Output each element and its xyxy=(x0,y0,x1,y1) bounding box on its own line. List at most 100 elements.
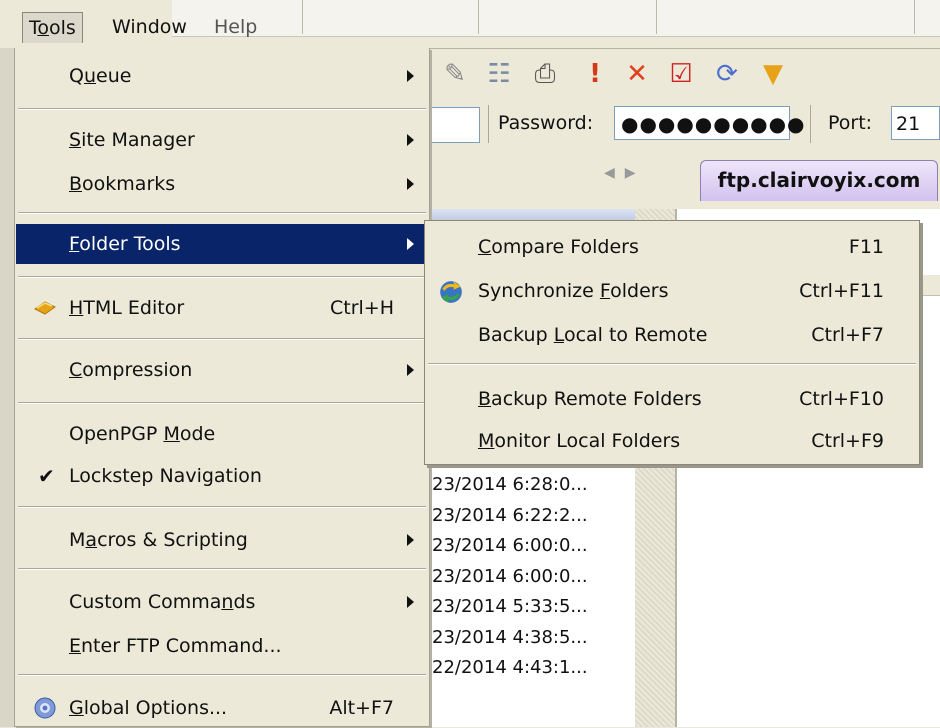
menu-item-label: Global Options... xyxy=(69,697,228,719)
tools-menu-item-compression[interactable]: Compression xyxy=(16,350,428,390)
submenu-arrow-icon xyxy=(407,134,414,146)
toolbar-separator xyxy=(302,0,303,34)
toolbar-separator xyxy=(656,0,657,34)
html-editor-icon xyxy=(33,296,57,320)
menu-separator xyxy=(18,568,426,570)
menu-item-label: Compare Folders xyxy=(478,236,639,258)
menu-window-label: Window xyxy=(112,16,187,38)
list-item[interactable]: 22/2014 4:43:1... xyxy=(432,653,588,684)
menu-item-label: Queue xyxy=(69,65,132,87)
submenu-arrow-icon xyxy=(407,178,414,190)
menu-item-label: Backup Local to Remote xyxy=(478,324,708,346)
tools-menu-item-site-manager[interactable]: Site Manager xyxy=(16,120,428,160)
list-item[interactable]: 23/2014 6:00:0... xyxy=(432,531,588,562)
submenu-arrow-icon xyxy=(407,534,414,546)
menu-item-label: Monitor Local Folders xyxy=(478,430,681,452)
tools-menu-item-global-options[interactable]: Global Options... Alt+F7 xyxy=(16,688,428,728)
connection-separator xyxy=(488,105,489,143)
tab-scroll-arrows[interactable]: ◀▶ xyxy=(604,165,646,181)
menu-bar: Tools Window Help xyxy=(0,0,940,49)
priority-icon[interactable]: ! xyxy=(580,59,610,89)
menu-separator xyxy=(18,108,426,110)
menu-item-shortcut: Alt+F7 xyxy=(329,697,394,719)
folder-tools-item-backup-local-to-remote[interactable]: Backup Local to Remote Ctrl+F7 xyxy=(426,315,918,355)
list-item[interactable]: 23/2014 4:38:5... xyxy=(432,623,588,654)
menu-help[interactable]: Help xyxy=(208,12,263,42)
tools-menu-item-enter-ftp-command[interactable]: Enter FTP Command... xyxy=(16,626,428,666)
tools-menu-item-macros-scripting[interactable]: Macros & Scripting xyxy=(16,520,428,560)
edit-file-icon[interactable]: ✎ xyxy=(440,59,470,89)
tools-menu-item-custom-commands[interactable]: Custom Commands xyxy=(16,582,428,622)
menu-help-label: Help xyxy=(214,16,258,38)
tools-menu-item-bookmarks[interactable]: Bookmarks xyxy=(16,164,428,204)
menu-item-label: Compression xyxy=(69,359,193,381)
tab-remote-site[interactable]: ftp.clairvoyix.com xyxy=(700,160,938,201)
folder-tools-item-monitor-local-folders[interactable]: Monitor Local Folders Ctrl+F9 xyxy=(426,421,918,461)
list-item[interactable]: 23/2014 6:00:0... xyxy=(432,562,588,593)
menu-separator xyxy=(18,338,426,340)
print-icon[interactable]: ⎙ xyxy=(530,59,560,89)
toolbar-strip xyxy=(172,0,940,37)
menu-item-label: HTML Editor xyxy=(69,297,185,319)
tools-menu-item-folder-tools[interactable]: Folder Tools xyxy=(16,224,428,264)
connection-separator xyxy=(810,105,811,143)
menu-item-shortcut: Ctrl+F9 xyxy=(811,430,884,452)
menu-separator xyxy=(18,212,426,214)
folder-tools-submenu: Compare Folders F11 Synchronize Folders Ctr… xyxy=(424,220,920,465)
global-options-icon xyxy=(33,696,57,720)
menu-separator xyxy=(428,363,916,365)
list-item[interactable]: 23/2014 5:33:5... xyxy=(432,592,588,623)
menu-tools[interactable]: Tools xyxy=(22,12,83,43)
toolbar-separator xyxy=(914,0,915,34)
menu-item-shortcut: Ctrl+F11 xyxy=(799,280,884,302)
main-toolbar: ✎ ☷ ⎙ ! ✕ ☑ ⟳ ▼ xyxy=(430,49,940,100)
menu-item-label: OpenPGP Mode xyxy=(69,423,216,445)
shield-icon[interactable]: ▼ xyxy=(758,59,788,89)
password-field[interactable]: ●●●●●●●●●● xyxy=(614,106,805,140)
menu-item-label: Macros & Scripting xyxy=(69,529,248,551)
menu-item-label: Site Manager xyxy=(69,129,195,151)
port-field[interactable]: 21 xyxy=(891,106,940,140)
list-item[interactable]: 23/2014 6:28:0... xyxy=(432,470,588,501)
toolbar-separator xyxy=(478,0,479,34)
folder-tools-item-compare-folders[interactable]: Compare Folders F11 xyxy=(426,227,918,267)
local-modified-dates: 23/2014 6:28:0... 23/2014 6:22:2... 23/2… xyxy=(432,470,588,684)
menu-window[interactable]: Window xyxy=(106,12,193,42)
script-icon[interactable]: ☷ xyxy=(484,59,514,89)
tools-menu-item-openpgp-mode[interactable]: OpenPGP Mode xyxy=(16,414,428,454)
check-icon: ✔ xyxy=(38,464,55,488)
delete-icon[interactable]: ✕ xyxy=(622,59,652,89)
menu-item-label: Backup Remote Folders xyxy=(478,388,702,410)
check-icon[interactable]: ☑ xyxy=(666,59,696,89)
menu-item-label: Folder Tools xyxy=(69,233,181,255)
tools-menu: Queue Site Manager Bookmarks Folder Tools HT… xyxy=(14,48,430,727)
menu-item-label: Synchronize Folders xyxy=(478,280,669,302)
user-field[interactable] xyxy=(430,107,480,143)
synchronize-icon xyxy=(438,279,464,305)
password-label: Password: xyxy=(498,112,594,134)
menu-separator xyxy=(18,506,426,508)
menu-item-shortcut: F11 xyxy=(848,236,884,258)
menu-item-label: Lockstep Navigation xyxy=(69,465,262,487)
menu-item-shortcut: Ctrl+F10 xyxy=(799,388,884,410)
menu-item-label: Bookmarks xyxy=(69,173,176,195)
port-label: Port: xyxy=(828,112,873,134)
menu-item-label: Enter FTP Command... xyxy=(69,635,282,657)
menu-item-shortcut: Ctrl+F7 xyxy=(811,324,884,346)
menu-separator xyxy=(18,674,426,676)
tools-menu-item-queue[interactable]: Queue xyxy=(16,56,428,96)
menu-separator xyxy=(18,402,426,404)
submenu-arrow-icon xyxy=(407,364,414,376)
menu-item-label: Custom Commands xyxy=(69,591,256,613)
submenu-arrow-icon xyxy=(407,238,414,250)
folder-tools-item-backup-remote-folders[interactable]: Backup Remote Folders Ctrl+F10 xyxy=(426,379,918,419)
refresh-icon[interactable]: ⟳ xyxy=(712,59,742,89)
menu-separator xyxy=(18,276,426,278)
left-panel-edge xyxy=(0,48,14,727)
list-item[interactable]: 23/2014 6:22:2... xyxy=(432,501,588,532)
tools-menu-item-lockstep-navigation[interactable]: ✔ Lockstep Navigation xyxy=(16,456,428,496)
tools-menu-item-html-editor[interactable]: HTML Editor Ctrl+H xyxy=(16,288,428,328)
folder-tools-item-synchronize-folders[interactable]: Synchronize Folders Ctrl+F11 xyxy=(426,271,918,311)
submenu-arrow-icon xyxy=(407,596,414,608)
menu-item-shortcut: Ctrl+H xyxy=(329,297,394,319)
